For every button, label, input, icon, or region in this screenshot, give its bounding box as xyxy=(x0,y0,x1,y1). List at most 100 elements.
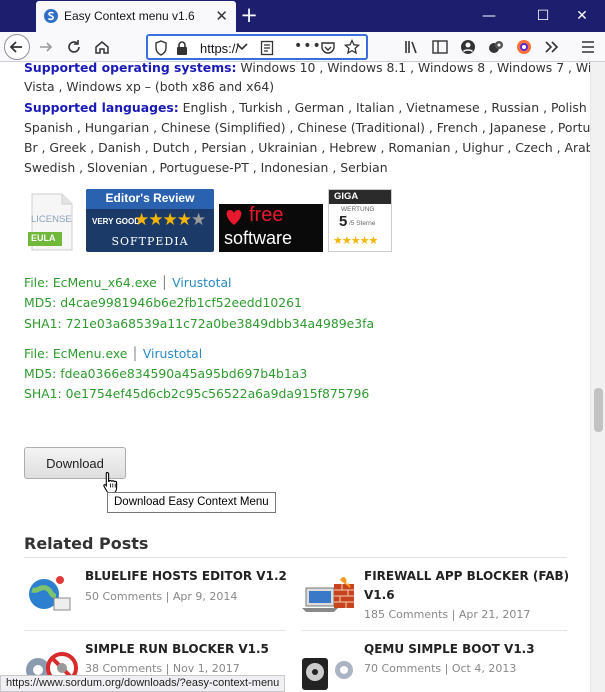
heart-icon xyxy=(226,210,242,225)
file-line-x86: File: EcMenu.exe │ Virustotal xyxy=(24,346,202,361)
home-button[interactable] xyxy=(92,37,112,57)
giga-score: 5 xyxy=(339,213,348,230)
post-meta-simple-run-blocker: 38 Comments | Nov 1, 2017 xyxy=(85,662,240,675)
new-tab-button[interactable]: + xyxy=(238,4,260,26)
sordum-favicon-icon xyxy=(44,9,58,23)
post-title-hosts-editor[interactable]: BLUELIFE HOSTS EDITOR V1.2 xyxy=(85,569,287,583)
post-meta-hosts-editor: 50 Comments | Apr 9, 2014 xyxy=(85,590,237,603)
minimize-button[interactable]: — xyxy=(466,0,512,32)
tab-close-icon[interactable]: ✕ xyxy=(215,7,228,25)
back-arrow-icon xyxy=(9,41,22,53)
account-button[interactable] xyxy=(458,37,478,57)
software-text: software xyxy=(224,228,293,248)
close-window-button[interactable]: ✕ xyxy=(559,0,605,32)
sidebar-button[interactable] xyxy=(430,37,450,57)
post-title-firewall-app-blocker-line-2[interactable]: V1.6 xyxy=(364,588,395,602)
page-scrollbar[interactable] xyxy=(590,62,605,692)
reload-button[interactable] xyxy=(64,37,84,57)
library-icon xyxy=(405,41,417,54)
status-bar-url: https://www.sordum.org/downloads/?easy-c… xyxy=(0,675,286,692)
reader-view-icon[interactable] xyxy=(260,40,274,56)
supported-os-label: Supported operating systems: xyxy=(24,62,237,75)
overflow-menu-button[interactable] xyxy=(542,37,562,57)
tab-strip: Easy Context menu v1.6 ✕ + — ☐ ✕ xyxy=(0,0,605,32)
md5-x64: MD5: d4cae9981946b6e2fb1cf52eedd10261 xyxy=(24,295,302,310)
meta-separator: | xyxy=(165,662,170,675)
extension-button-2[interactable] xyxy=(514,37,534,57)
file-name-x64: File: EcMenu_x64.exe xyxy=(24,275,157,290)
post-divider xyxy=(24,630,286,631)
account-icon xyxy=(461,40,475,54)
post-thumbnail-qemu-simple-boot[interactable] xyxy=(302,642,356,692)
chevron-down-icon[interactable] xyxy=(236,42,248,52)
page-content: Supported operating systems: Windows 10 … xyxy=(0,62,590,692)
free-software-badge[interactable]: free software xyxy=(219,204,323,252)
post-meta-firewall-app-blocker: 185 Comments | Apr 21, 2017 xyxy=(364,608,530,621)
softpedia-editors-review-badge[interactable]: Editor's Review VERY GOOD ★★★★★ SOFTPEDI… xyxy=(86,189,214,252)
bookmark-star-icon[interactable] xyxy=(344,39,360,55)
giga-rating-badge[interactable]: GIGA WERTUNG 5 /5 Sterne ★★★★★ xyxy=(328,189,392,252)
post-title-simple-run-blocker[interactable]: SIMPLE RUN BLOCKER V1.5 xyxy=(85,642,269,656)
double-chevron-right-icon xyxy=(545,41,559,53)
extension-button-1[interactable] xyxy=(486,37,506,57)
meta-separator: | xyxy=(444,662,449,675)
post-comments[interactable]: 38 Comments xyxy=(85,662,162,675)
tab-easy-context-menu[interactable]: Easy Context menu v1.6 ✕ xyxy=(36,1,236,32)
md5-x86: MD5: fdea0366e834590a45a95bd697b4b1a3 xyxy=(24,366,308,381)
giga-scale: /5 Sterne xyxy=(349,220,376,227)
languages-line-3: Br , Greek , Danish , Dutch , Persian , … xyxy=(24,140,590,155)
disc-gear-icon xyxy=(302,658,353,690)
file-separator: │ xyxy=(160,275,169,290)
post-date: Apr 9, 2014 xyxy=(172,590,238,603)
meta-separator: | xyxy=(451,608,456,621)
post-thumbnail-firewall-app-blocker[interactable] xyxy=(302,570,356,618)
file-name-x86: File: EcMenu.exe xyxy=(24,346,128,361)
languages-line-4: Swedish , Slovenian , Portuguese-PT , In… xyxy=(24,160,388,175)
post-comments[interactable]: 50 Comments xyxy=(85,590,162,603)
tracking-protection-shield-icon[interactable] xyxy=(154,40,168,56)
pocket-icon[interactable] xyxy=(320,40,336,56)
post-title-qemu-simple-boot[interactable]: QEMU SIMPLE BOOT V1.3 xyxy=(364,642,535,656)
page-actions-icon[interactable]: ••• xyxy=(294,38,322,54)
globe-network-icon xyxy=(29,576,71,611)
license-text: LICENSE xyxy=(31,214,72,225)
library-button[interactable] xyxy=(402,37,422,57)
url-text[interactable]: https:// xyxy=(200,41,239,56)
supported-os-line-2: Vista , Windows xp – (both x86 and x64) xyxy=(24,79,275,94)
firewall-laptop-icon xyxy=(302,577,354,612)
softpedia-rating: VERY GOOD xyxy=(92,217,141,226)
free-text: free xyxy=(249,204,284,226)
post-comments[interactable]: 185 Comments xyxy=(364,608,448,621)
softpedia-title: Editor's Review xyxy=(105,191,195,205)
meta-separator: | xyxy=(165,590,170,603)
giga-logo: GIGA xyxy=(334,191,359,202)
languages-line-2: Spanish , Hungarian , Chinese (Simplifie… xyxy=(24,120,590,135)
download-tooltip: Download Easy Context Menu xyxy=(107,492,276,513)
virustotal-link-x64[interactable]: Virustotal xyxy=(172,275,231,290)
back-button[interactable] xyxy=(4,34,30,60)
navigation-toolbar: https:// ••• xyxy=(0,32,605,62)
file-line-x64: File: EcMenu_x64.exe │ Virustotal xyxy=(24,275,232,290)
app-menu-button[interactable] xyxy=(578,37,598,57)
license-eula-badge[interactable]: LICENSE EULA xyxy=(26,192,76,252)
forward-button[interactable] xyxy=(36,37,56,57)
file-separator: │ xyxy=(131,346,139,361)
eula-text: EULA xyxy=(31,233,56,243)
languages-label: Supported languages: xyxy=(24,100,179,115)
languages-text: English , Turkish , German , Italian , V… xyxy=(182,100,590,115)
post-date: Apr 21, 2017 xyxy=(458,608,531,621)
post-title-firewall-app-blocker[interactable]: FIREWALL APP BLOCKER (FAB) xyxy=(364,569,569,583)
softpedia-stars-icon: ★★★★★ xyxy=(134,210,206,230)
post-meta-qemu-simple-boot: 70 Comments | Oct 4, 2013 xyxy=(364,662,516,675)
post-divider xyxy=(302,630,567,631)
post-comments[interactable]: 70 Comments xyxy=(364,662,441,675)
sha1-x86: SHA1: 0e1754ef45d6cb2c95c56522a6a9da915f… xyxy=(24,386,370,401)
scrollbar-thumb[interactable] xyxy=(594,388,603,432)
virustotal-link-x86[interactable]: Virustotal xyxy=(143,346,202,361)
post-thumbnail-hosts-editor[interactable] xyxy=(24,570,76,618)
home-icon xyxy=(95,41,109,54)
address-bar[interactable]: https:// ••• xyxy=(146,34,368,60)
tab-title: Easy Context menu v1.6 xyxy=(64,9,195,23)
sha1-x64: SHA1: 721e03a68539a11c72a0be3849dbb34a49… xyxy=(24,316,375,331)
lock-icon[interactable] xyxy=(176,40,188,56)
